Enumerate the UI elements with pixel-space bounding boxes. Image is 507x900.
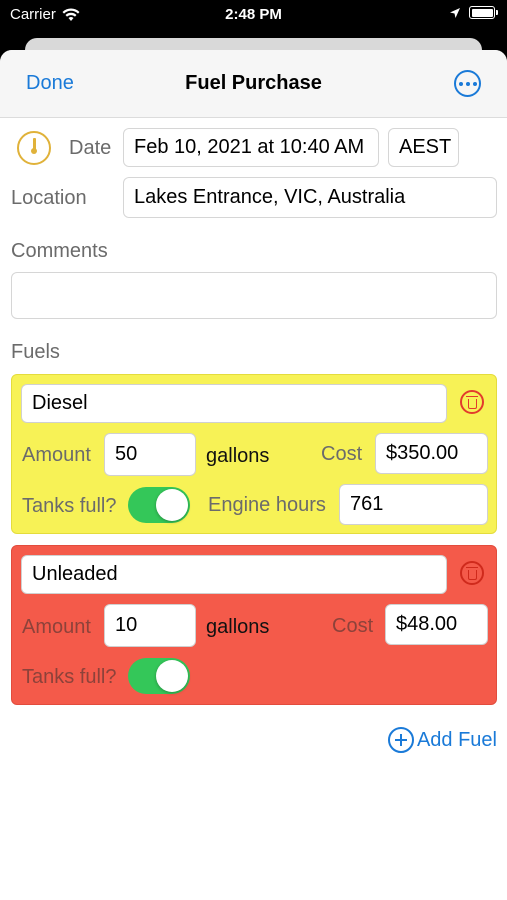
amount-label: Amount: [22, 444, 91, 466]
navigation-bar: Done Fuel Purchase: [0, 50, 507, 118]
tanks-full-label: Tanks full?: [22, 666, 117, 688]
amount-field[interactable]: 50: [104, 433, 196, 476]
location-arrow-icon: [450, 7, 460, 18]
comments-field[interactable]: [11, 272, 497, 319]
comments-label: Comments: [11, 240, 108, 262]
unit-label: gallons: [206, 445, 270, 467]
add-fuel-button[interactable]: Add Fuel: [387, 727, 497, 753]
cost-label: Cost: [321, 443, 363, 465]
date-label: Date: [69, 137, 112, 159]
engine-hours-label: Engine hours: [208, 494, 326, 516]
timezone-field[interactable]: AEST: [388, 128, 459, 167]
tanks-full-toggle[interactable]: [128, 487, 190, 523]
amount-field[interactable]: 10: [104, 604, 196, 647]
fuel-card-diesel: Diesel Amount 50 gallons Cost $350.00 Ta…: [11, 374, 497, 534]
fuel-gauge-icon: [17, 131, 51, 165]
more-options-icon[interactable]: [454, 70, 481, 97]
clock: 2:48 PM: [225, 6, 282, 23]
fuel-purchase-sheet: Done Fuel Purchase Date Feb 10, 2021 at …: [0, 50, 507, 900]
battery-icon: [469, 6, 498, 19]
fuel-name-field[interactable]: Diesel: [21, 384, 447, 423]
tanks-full-label: Tanks full?: [22, 495, 117, 517]
trash-icon[interactable]: [460, 561, 484, 585]
fuel-card-unleaded: Unleaded Amount 10 gallons Cost $48.00 T…: [11, 545, 497, 705]
cost-field[interactable]: $48.00: [385, 604, 488, 645]
location-field[interactable]: Lakes Entrance, VIC, Australia: [123, 177, 497, 218]
cost-label: Cost: [332, 615, 374, 637]
amount-label: Amount: [22, 616, 91, 638]
plus-circle-icon: [387, 727, 414, 753]
fuel-name-field[interactable]: Unleaded: [21, 555, 447, 594]
page-title: Fuel Purchase: [185, 72, 322, 94]
unit-label: gallons: [206, 616, 270, 638]
trash-icon[interactable]: [460, 390, 484, 414]
fuels-label: Fuels: [11, 341, 60, 363]
location-label: Location: [11, 187, 87, 209]
add-fuel-label: Add Fuel: [416, 728, 497, 751]
date-field[interactable]: Feb 10, 2021 at 10:40 AM: [123, 128, 379, 167]
tanks-full-toggle[interactable]: [128, 658, 190, 694]
status-bar: Carrier 2:48 PM: [0, 0, 507, 30]
cost-field[interactable]: $350.00: [375, 433, 488, 474]
engine-hours-field[interactable]: 761: [339, 484, 488, 525]
